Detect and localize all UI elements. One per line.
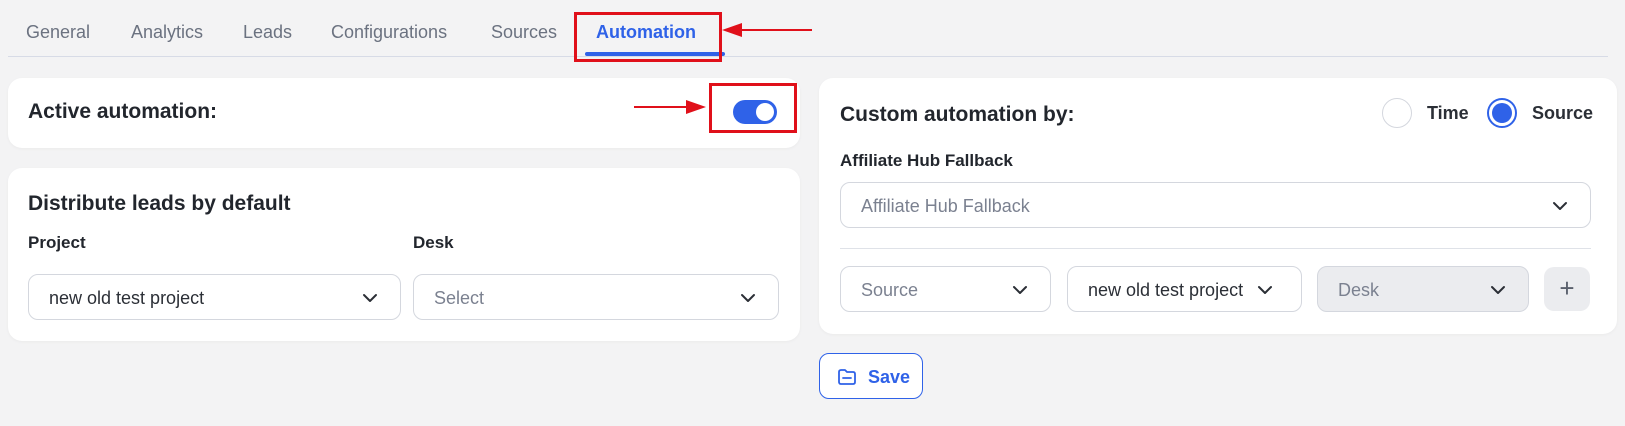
source-select-placeholder: Source — [861, 280, 919, 300]
distribute-leads-card: Distribute leads by default Project Desk… — [8, 168, 800, 341]
annotation-arrow-tab — [740, 29, 812, 31]
save-button-label: Save — [868, 367, 911, 387]
chevron-down-icon — [741, 294, 755, 302]
save-button[interactable]: Save — [819, 353, 923, 399]
custom-automation-title: Custom automation by: — [840, 103, 1075, 126]
annotation-box-tab — [574, 12, 722, 62]
radio-time[interactable] — [1382, 98, 1412, 128]
tab-configurations[interactable]: Configurations — [331, 22, 447, 43]
tab-general[interactable]: General — [26, 22, 90, 43]
row-desk-select[interactable]: Desk — [1317, 266, 1529, 312]
desk-select[interactable]: Select — [413, 274, 779, 320]
tab-sources[interactable]: Sources — [491, 22, 557, 43]
project-select[interactable]: new old test project — [28, 274, 401, 320]
project-label: Project — [28, 233, 86, 252]
row-project-value: new old test project — [1088, 280, 1244, 300]
annotation-arrowhead-toggle — [686, 100, 706, 114]
radio-source-label: Source — [1532, 103, 1594, 123]
annotation-arrowhead-tab — [722, 23, 742, 37]
chevron-down-icon — [1013, 286, 1027, 294]
desk-label: Desk — [413, 233, 454, 252]
project-select-value: new old test project — [49, 288, 205, 308]
source-select[interactable]: Source — [840, 266, 1051, 312]
distribute-leads-title: Distribute leads by default — [28, 192, 291, 215]
fallback-select[interactable]: Affiliate Hub Fallback — [840, 182, 1591, 228]
folder-icon — [838, 369, 856, 385]
chevron-down-icon — [1553, 202, 1567, 210]
desk-select-placeholder: Select — [434, 288, 485, 308]
annotation-arrow-toggle — [634, 106, 690, 108]
radio-source[interactable] — [1487, 98, 1517, 128]
row-desk-placeholder: Desk — [1338, 280, 1380, 300]
tab-leads[interactable]: Leads — [243, 22, 292, 43]
fallback-select-placeholder: Affiliate Hub Fallback — [861, 196, 1030, 216]
active-automation-label: Active automation: — [28, 100, 218, 123]
row-project-select[interactable]: new old test project — [1067, 266, 1302, 312]
chevron-down-icon — [1258, 286, 1272, 294]
add-row-button[interactable]: + — [1544, 267, 1590, 311]
divider — [840, 248, 1591, 249]
chevron-down-icon — [363, 294, 377, 302]
active-automation-card: Active automation: — [8, 78, 800, 148]
annotation-box-toggle — [709, 83, 797, 133]
fallback-label: Affiliate Hub Fallback — [840, 151, 1013, 170]
tab-analytics[interactable]: Analytics — [131, 22, 203, 43]
radio-time-label: Time — [1427, 103, 1469, 123]
chevron-down-icon — [1491, 286, 1505, 294]
custom-automation-card: Custom automation by: Time Source Affili… — [819, 78, 1617, 334]
